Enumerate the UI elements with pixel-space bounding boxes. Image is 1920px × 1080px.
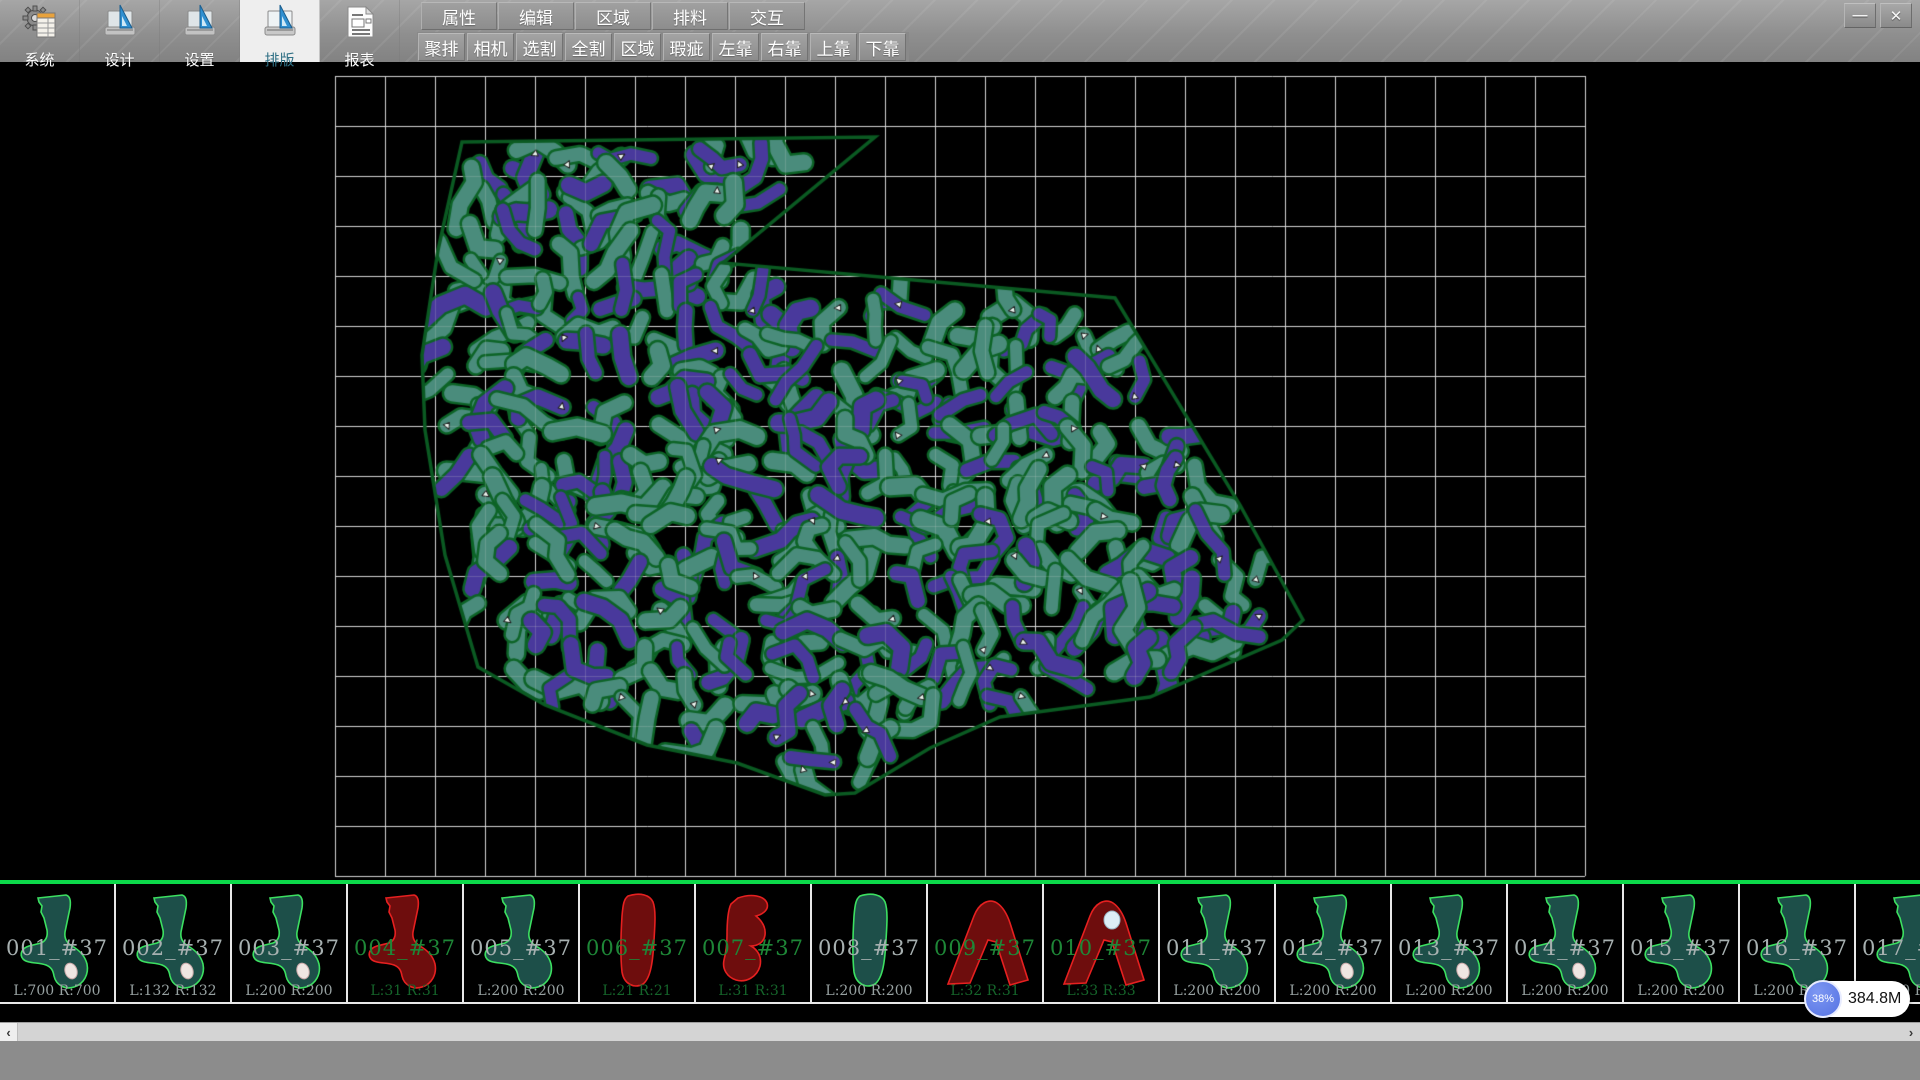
piece-id: 013_#37 (1392, 936, 1506, 960)
tool-snap-down-button[interactable]: 下靠 (859, 33, 906, 61)
piece-id: 002_#37 (116, 936, 230, 960)
scroll-right-arrow-icon[interactable]: › (1902, 1023, 1920, 1042)
app-report-button[interactable]: 报表 (320, 0, 400, 62)
tool-defect-button[interactable]: 瑕疵 (663, 33, 710, 61)
piece-id: 012_#37 (1276, 936, 1390, 960)
piece-id: 015_#37 (1624, 936, 1738, 960)
piece-thumbnail[interactable]: 006_#37 L:21 R:21 (580, 884, 696, 1004)
piece-lr-count: L:200 R:200 (1624, 983, 1738, 999)
piece-id: 011_#37 (1160, 936, 1274, 960)
close-button[interactable]: ✕ (1880, 3, 1912, 28)
piece-thumbnail[interactable]: 005_#37 L:200 R:200 (464, 884, 580, 1004)
piece-lr-count: L:33 R:33 (1044, 983, 1158, 999)
app-design-label: 设计 (104, 49, 134, 70)
ribbon-toolbar: 系统 设计 (0, 0, 1920, 62)
piece-lr-count: L:31 R:31 (348, 983, 462, 999)
tool-snap-up-button[interactable]: 上靠 (810, 33, 857, 61)
tool-select-cut-button[interactable]: 选割 (516, 33, 563, 61)
scroll-left-arrow-icon[interactable]: ‹ (0, 1023, 18, 1042)
tool-region-button[interactable]: 区域 (614, 33, 661, 61)
tool-cut-all-button[interactable]: 全割 (565, 33, 612, 61)
piece-thumbnail[interactable]: 013_#37 L:200 R:200 (1392, 884, 1508, 1004)
tool-camera-button[interactable]: 相机 (467, 33, 514, 61)
app-layout-button[interactable]: 排版 (240, 0, 320, 62)
piece-thumbnail[interactable]: 012_#37 L:200 R:200 (1276, 884, 1392, 1004)
status-bar (0, 1041, 1920, 1080)
piece-lr-count: L:200 R:200 (1276, 983, 1390, 999)
piece-lr-count: L:200 R:200 (1392, 983, 1506, 999)
piece-thumbnail[interactable]: 002_#37 L:132 R:132 (116, 884, 232, 1004)
menu-interactive[interactable]: 交互 (729, 2, 805, 30)
memory-percent-indicator: 38% (1804, 980, 1842, 1018)
piece-thumbnail[interactable]: 001_#37 L:700 R:700 (0, 884, 116, 1004)
menu-properties[interactable]: 属性 (421, 2, 497, 30)
piece-id: 007_#37 (696, 936, 810, 960)
menu-nesting[interactable]: 排料 (652, 2, 728, 30)
piece-id: 010_#37 (1044, 936, 1158, 960)
piece-lr-count: L:31 R:31 (696, 983, 810, 999)
piece-thumbnail[interactable]: 011_#37 L:200 R:200 (1160, 884, 1276, 1004)
piece-thumbnail[interactable]: 003_#37 L:200 R:200 (232, 884, 348, 1004)
system-icon (21, 3, 59, 48)
app-settings-button[interactable]: 设置 (160, 0, 240, 62)
piece-id: 016_#37 (1740, 936, 1854, 960)
piece-lr-count: L:21 R:21 (580, 983, 694, 999)
piece-id: 014_#37 (1508, 936, 1622, 960)
app-switcher: 系统 设计 (0, 0, 400, 62)
design-icon (101, 3, 139, 48)
piece-thumbnail[interactable]: 010_#37 L:33 R:33 (1044, 884, 1160, 1004)
piece-id: 006_#37 (580, 936, 694, 960)
app-report-label: 报表 (344, 49, 374, 70)
nesting-canvas[interactable] (0, 62, 1920, 880)
piece-lr-count: L:200 R:200 (1508, 983, 1622, 999)
menu-row: 属性编辑区域排料交互 (421, 2, 806, 30)
piece-id: 001_#37 (0, 936, 114, 960)
memory-badge[interactable]: 38% 384.8M (1806, 981, 1910, 1017)
piece-lr-count: L:32 R:31 (928, 983, 1042, 999)
piece-thumbnail[interactable]: 008_#37 L:200 R:200 (812, 884, 928, 1004)
piece-thumbnail[interactable]: 007_#37 L:31 R:31 (696, 884, 812, 1004)
piece-lr-count: L:132 R:132 (116, 983, 230, 999)
tool-row: 聚排相机选割全割区域瑕疵左靠右靠上靠下靠 (417, 32, 909, 62)
app-settings-label: 设置 (184, 49, 214, 70)
piece-lr-count: L:700 R:700 (0, 983, 114, 999)
app-system-label: 系统 (24, 49, 54, 70)
settings-icon (181, 3, 219, 48)
piece-lr-count: L:200 R:200 (464, 983, 578, 999)
piece-thumbnail[interactable]: 014_#37 L:200 R:200 (1508, 884, 1624, 1004)
piece-strip: 001_#37L:700 R:700002_#37L:132 R:132003_… (0, 880, 1920, 1008)
menu-edit[interactable]: 编辑 (498, 2, 574, 30)
piece-id: 017_#37 (1856, 936, 1920, 960)
minimize-button[interactable]: — (1844, 3, 1876, 28)
piece-id: 009_#37 (928, 936, 1042, 960)
menu-region[interactable]: 区域 (575, 2, 651, 30)
tool-snap-left-button[interactable]: 左靠 (712, 33, 759, 61)
piece-thumbnail[interactable]: 009_#37 L:32 R:31 (928, 884, 1044, 1004)
piece-id: 005_#37 (464, 936, 578, 960)
piece-id: 004_#37 (348, 936, 462, 960)
piece-id: 003_#37 (232, 936, 346, 960)
app-design-button[interactable]: 设计 (80, 0, 160, 62)
piece-thumbnail[interactable]: 015_#37 L:200 R:200 (1624, 884, 1740, 1004)
app-layout-label: 排版 (264, 49, 294, 70)
tool-cluster-nest-button[interactable]: 聚排 (418, 33, 465, 61)
layout-icon (261, 3, 299, 48)
app-system-button[interactable]: 系统 (0, 0, 80, 62)
window-controls: — ✕ (1844, 3, 1912, 28)
piece-thumbnail[interactable]: 004_#37 L:31 R:31 (348, 884, 464, 1004)
memory-value: 384.8M (1848, 981, 1901, 1017)
piece-id: 008_#37 (812, 936, 926, 960)
horizontal-scrollbar[interactable]: ‹ › (0, 1022, 1920, 1041)
tool-snap-right-button[interactable]: 右靠 (761, 33, 808, 61)
report-icon (341, 3, 379, 48)
piece-lr-count: L:200 R:200 (812, 983, 926, 999)
piece-lr-count: L:200 R:200 (1160, 983, 1274, 999)
piece-lr-count: L:200 R:200 (232, 983, 346, 999)
